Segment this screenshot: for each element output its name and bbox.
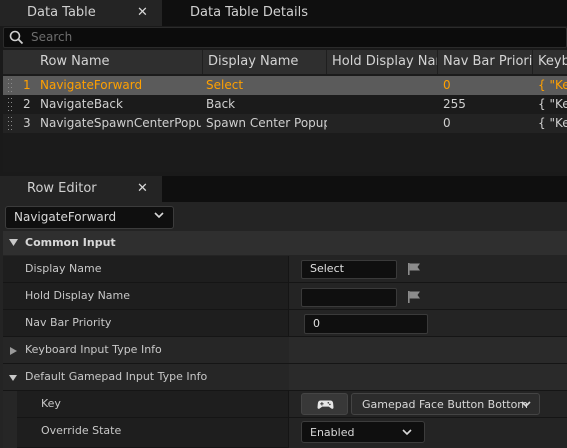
display-name-cell: Select [206,78,244,92]
close-icon[interactable]: ✕ [137,0,148,26]
chevron-down-icon [402,429,412,436]
localization-flag-icon[interactable] [407,290,421,304]
key-selector-button[interactable] [301,393,348,415]
row-index: 3 [23,116,31,130]
drag-handle-icon[interactable] [8,98,12,111]
hold-display-name-cell [327,76,438,95]
expand-arrow-icon [10,347,17,355]
key-value: Gamepad Face Button Bottom [362,398,529,411]
row-name-cell: NavigateSpawnCenterPopup [40,116,201,130]
nav-bar-priority-cell: 255 [443,97,466,111]
keyboard-cell: { "Key [538,78,567,92]
property-override-state: Override State Enabled [3,418,567,448]
search-icon [9,30,24,45]
keyboard-cell: { "Key [538,97,567,111]
nav-bar-priority-cell: 0 [443,116,451,130]
data-table: Row Name Display Name Hold Display Name … [3,50,567,172]
property-default-gamepad-input-type-info[interactable]: Default Gamepad Input Type Info [3,364,567,391]
property-keyboard-input-type-info[interactable]: Keyboard Input Type Info [3,337,567,364]
search-placeholder: Search [31,30,73,44]
nav-bar-priority-value: 0 [313,317,320,330]
chevron-down-icon [521,401,531,408]
localization-flag-icon[interactable] [407,262,421,276]
search-input[interactable]: Search [3,27,567,48]
override-state-value: Enabled [310,426,355,439]
override-state-dropdown[interactable]: Enabled [301,421,425,443]
row-select-value: NavigateForward [14,210,117,224]
gamepad-icon [317,400,334,409]
tab-row-editor-label: Row Editor [27,181,97,196]
section-common-input[interactable]: Common Input [3,231,567,255]
column-header-hold-display-name[interactable]: Hold Display Name [327,50,438,74]
property-label: Key [41,397,61,410]
property-label: Override State [41,424,122,437]
close-icon[interactable]: ✕ [137,176,148,202]
expand-arrow-icon [9,239,18,246]
table-header: Row Name Display Name Hold Display Name … [3,50,567,74]
display-name-field[interactable]: Select [301,260,397,279]
nav-bar-priority-field[interactable]: 0 [304,314,428,334]
row-name-cell: NavigateBack [40,97,123,111]
row-select-dropdown[interactable]: NavigateForward [5,206,174,229]
display-name-cell: Spawn Center Popup [206,116,327,130]
row-name-cell: NavigateForward [40,78,143,92]
tab-data-table-details[interactable]: Data Table Details [163,0,363,26]
row-index: 2 [23,97,31,111]
property-label: Nav Bar Priority [25,316,112,329]
table-row[interactable]: 2 NavigateBack Back 255 { "Key [3,95,567,114]
hold-display-name-cell [327,95,438,114]
property-nav-bar-priority: Nav Bar Priority 0 [3,310,567,337]
drag-handle-icon[interactable] [8,79,12,92]
drag-handle-icon[interactable] [8,117,12,130]
key-dropdown[interactable]: Gamepad Face Button Bottom [351,393,540,415]
collapse-arrow-icon [9,375,17,381]
property-label: Default Gamepad Input Type Info [25,370,208,383]
tab-data-table-details-label: Data Table Details [190,5,308,20]
section-title: Common Input [25,236,116,249]
chevron-down-icon [154,212,164,219]
column-header-nav-bar-priority[interactable]: Nav Bar Priority [438,50,533,74]
display-name-cell: Back [206,97,236,111]
column-header-keyboard[interactable]: Keybo [533,50,567,74]
tab-data-table[interactable]: Data Table ✕ [0,0,162,26]
property-hold-display-name: Hold Display Name [3,283,567,310]
property-label: Display Name [25,262,102,275]
property-key: Key Gamepad Face Button Bottom [3,391,567,418]
keyboard-cell: { "Key [538,116,567,130]
table-row[interactable]: 1 NavigateForward Select 0 { "Key [3,76,567,95]
tab-row-editor[interactable]: Row Editor ✕ [0,176,162,202]
hold-display-name-cell [327,114,438,133]
table-row[interactable]: 3 NavigateSpawnCenterPopup Spawn Center … [3,114,567,133]
hold-display-name-field[interactable] [301,288,397,307]
property-label: Hold Display Name [25,289,131,302]
property-display-name: Display Name Select [3,256,567,283]
column-header-row-name[interactable]: Row Name [35,50,203,74]
column-header-display-name[interactable]: Display Name [203,50,327,74]
row-editor-tab-bar: Row Editor ✕ [0,176,567,202]
display-name-value: Select [310,262,344,275]
document-tab-bar: Data Table ✕ Data Table Details [0,0,567,26]
tab-data-table-label: Data Table [27,5,96,20]
nav-bar-priority-cell: 0 [443,78,451,92]
property-label: Keyboard Input Type Info [25,343,162,356]
row-index: 1 [23,78,31,92]
